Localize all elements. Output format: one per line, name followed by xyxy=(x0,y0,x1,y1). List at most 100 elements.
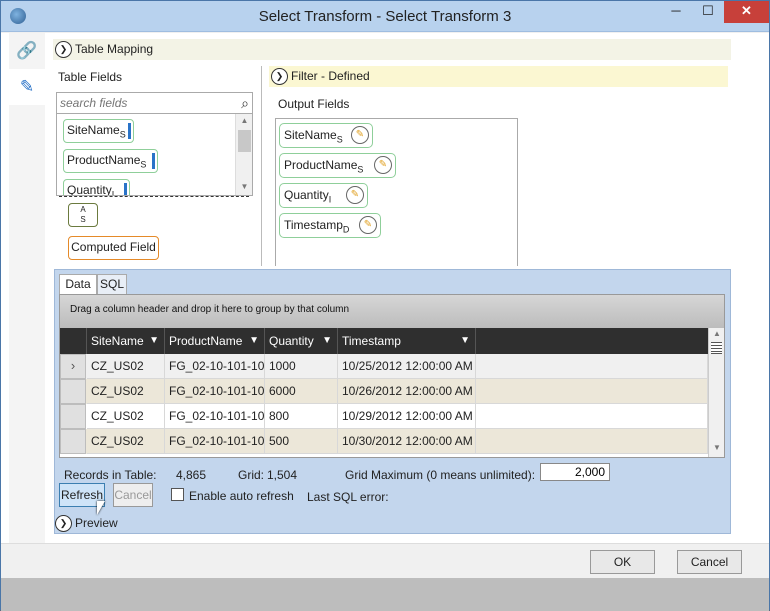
cell[interactable]: FG_02-10-101-10 xyxy=(165,379,265,404)
table-fields-list: SiteNameS ProductNameS QuantityI ▲ ▼ xyxy=(56,114,253,196)
data-grid: Drag a column header and drop it here to… xyxy=(59,294,725,458)
as-chip[interactable]: A S xyxy=(68,203,98,227)
close-button[interactable]: ✕ xyxy=(724,1,769,23)
computed-field-button[interactable]: Computed Field xyxy=(68,236,159,260)
chevron-down-icon[interactable]: ❯ xyxy=(55,41,72,58)
cell[interactable]: CZ_US02 xyxy=(87,354,165,379)
cell[interactable]: 1000 xyxy=(265,354,338,379)
cell[interactable]: FG_02-10-101-10 xyxy=(165,354,265,379)
scroll-down-icon[interactable]: ▼ xyxy=(236,182,252,191)
column-header-sitename[interactable]: SiteName ▼ xyxy=(87,328,165,354)
cell[interactable]: 10/26/2012 12:00:00 AM xyxy=(338,379,476,404)
table-row[interactable]: CZ_US02 FG_02-10-101-10 6000 10/26/2012 … xyxy=(60,379,708,404)
row-selector[interactable] xyxy=(60,429,86,454)
group-by-area[interactable]: Drag a column header and drop it here to… xyxy=(60,295,724,328)
cancel-button[interactable]: Cancel xyxy=(677,550,742,574)
cell[interactable]: CZ_US02 xyxy=(87,379,165,404)
grid-max-input[interactable] xyxy=(540,463,610,481)
scroll-up-icon[interactable]: ▲ xyxy=(709,329,725,338)
field-name: Timestamp xyxy=(284,218,343,232)
cell[interactable]: FG_02-10-101-10 xyxy=(165,429,265,454)
pencil-icon[interactable]: ✎ xyxy=(346,186,364,204)
table-fields-label: Table Fields xyxy=(58,70,123,84)
cancel-query-button[interactable]: Cancel xyxy=(113,483,153,507)
field-chip-quantity[interactable]: QuantityI xyxy=(63,179,130,195)
pencil-icon[interactable]: ✎ xyxy=(351,126,369,144)
scroll-thumb[interactable] xyxy=(711,342,722,354)
field-type: S xyxy=(119,129,126,140)
pencil-icon[interactable]: ✎ xyxy=(374,156,392,174)
filter-icon[interactable]: ▼ xyxy=(149,328,159,354)
client-area: 🔗 ✎ ❯ Table Mapping Table Fields ⌕ SiteN… xyxy=(1,33,769,578)
cell-filler xyxy=(476,354,708,379)
output-chip-timestamp[interactable]: TimestampD ✎ xyxy=(279,213,381,238)
output-chip-quantity[interactable]: QuantityI ✎ xyxy=(279,183,368,208)
fields-scrollbar[interactable]: ▲ ▼ xyxy=(235,114,252,195)
title-bar: Select Transform - Select Transform 3 ─ … xyxy=(1,1,769,32)
cell[interactable]: 800 xyxy=(265,404,338,429)
window-title: Select Transform - Select Transform 3 xyxy=(258,8,512,25)
column-label: Timestamp xyxy=(342,334,401,348)
column-header-productname[interactable]: ProductName ▼ xyxy=(165,328,265,354)
row-selector[interactable] xyxy=(60,379,86,404)
maximize-button[interactable]: ☐ xyxy=(694,1,722,23)
chevron-down-icon[interactable]: ❯ xyxy=(55,515,72,532)
column-header-timestamp[interactable]: Timestamp ▼ xyxy=(338,328,476,354)
field-type: S xyxy=(336,134,343,145)
table-row[interactable]: › CZ_US02 FG_02-10-101-10 1000 10/25/201… xyxy=(60,354,708,379)
field-chip-productname[interactable]: ProductNameS xyxy=(63,149,158,173)
table-mapping-header[interactable]: ❯ Table Mapping xyxy=(53,39,731,60)
edit-icon[interactable]: ✎ xyxy=(9,69,45,105)
row-selector-icon[interactable]: › xyxy=(60,354,86,379)
cell[interactable]: 6000 xyxy=(265,379,338,404)
row-selector[interactable] xyxy=(60,404,86,429)
cell-filler xyxy=(476,379,708,404)
scroll-down-icon[interactable]: ▼ xyxy=(709,443,725,452)
filter-icon[interactable]: ▼ xyxy=(460,328,470,354)
tab-data[interactable]: Data xyxy=(59,274,97,295)
minimize-button[interactable]: ─ xyxy=(661,1,691,23)
field-chip-sitename[interactable]: SiteNameS xyxy=(63,119,134,143)
field-type: S xyxy=(140,159,147,170)
output-chip-sitename[interactable]: SiteNameS ✎ xyxy=(279,123,373,148)
link-icon[interactable]: 🔗 xyxy=(9,33,45,69)
cell[interactable]: 10/29/2012 12:00:00 AM xyxy=(338,404,476,429)
ok-button[interactable]: OK xyxy=(590,550,655,574)
dialog-window: Select Transform - Select Transform 3 ─ … xyxy=(0,0,770,611)
pencil-icon[interactable]: ✎ xyxy=(359,216,377,234)
field-name: SiteName xyxy=(284,128,337,142)
auto-refresh-label[interactable]: Enable auto refresh xyxy=(189,489,294,503)
bottom-bar xyxy=(1,578,769,611)
cell[interactable]: 10/30/2012 12:00:00 AM xyxy=(338,429,476,454)
tab-sql[interactable]: SQL xyxy=(97,274,127,295)
data-panel: Data SQL Drag a column header and drop i… xyxy=(54,269,731,534)
cell[interactable]: 10/25/2012 12:00:00 AM xyxy=(338,354,476,379)
column-label: SiteName xyxy=(91,334,144,348)
cell[interactable]: 500 xyxy=(265,429,338,454)
cell[interactable]: CZ_US02 xyxy=(87,429,165,454)
scroll-up-icon[interactable]: ▲ xyxy=(236,116,252,125)
filter-icon[interactable]: ▼ xyxy=(249,328,259,354)
field-name: ProductName xyxy=(67,153,141,167)
field-name: ProductName xyxy=(284,158,358,172)
cell-filler xyxy=(476,404,708,429)
grid-scrollbar[interactable]: ▲ ▼ xyxy=(708,328,724,457)
filter-header[interactable]: ❯ Filter - Defined xyxy=(269,66,728,87)
auto-refresh-checkbox[interactable] xyxy=(171,488,184,501)
search-icon[interactable]: ⌕ xyxy=(241,95,249,112)
search-input[interactable] xyxy=(57,93,227,113)
filter-icon[interactable]: ▼ xyxy=(322,328,332,354)
cell[interactable]: FG_02-10-101-10 xyxy=(165,404,265,429)
last-sql-error-label: Last SQL error: xyxy=(307,490,389,504)
preview-header[interactable]: ❯ Preview xyxy=(53,513,253,534)
column-header-quantity[interactable]: Quantity ▼ xyxy=(265,328,338,354)
as-chip-bottom: S xyxy=(80,215,86,224)
table-row[interactable]: CZ_US02 FG_02-10-101-10 800 10/29/2012 1… xyxy=(60,404,708,429)
cell[interactable]: CZ_US02 xyxy=(87,404,165,429)
output-chip-productname[interactable]: ProductNameS ✎ xyxy=(279,153,396,178)
field-name: Quantity xyxy=(284,188,329,202)
table-row[interactable]: CZ_US02 FG_02-10-101-10 500 10/30/2012 1… xyxy=(60,429,708,454)
chevron-down-icon[interactable]: ❯ xyxy=(271,68,288,85)
scroll-thumb[interactable] xyxy=(238,130,251,152)
as-chip-top: A xyxy=(80,205,86,214)
